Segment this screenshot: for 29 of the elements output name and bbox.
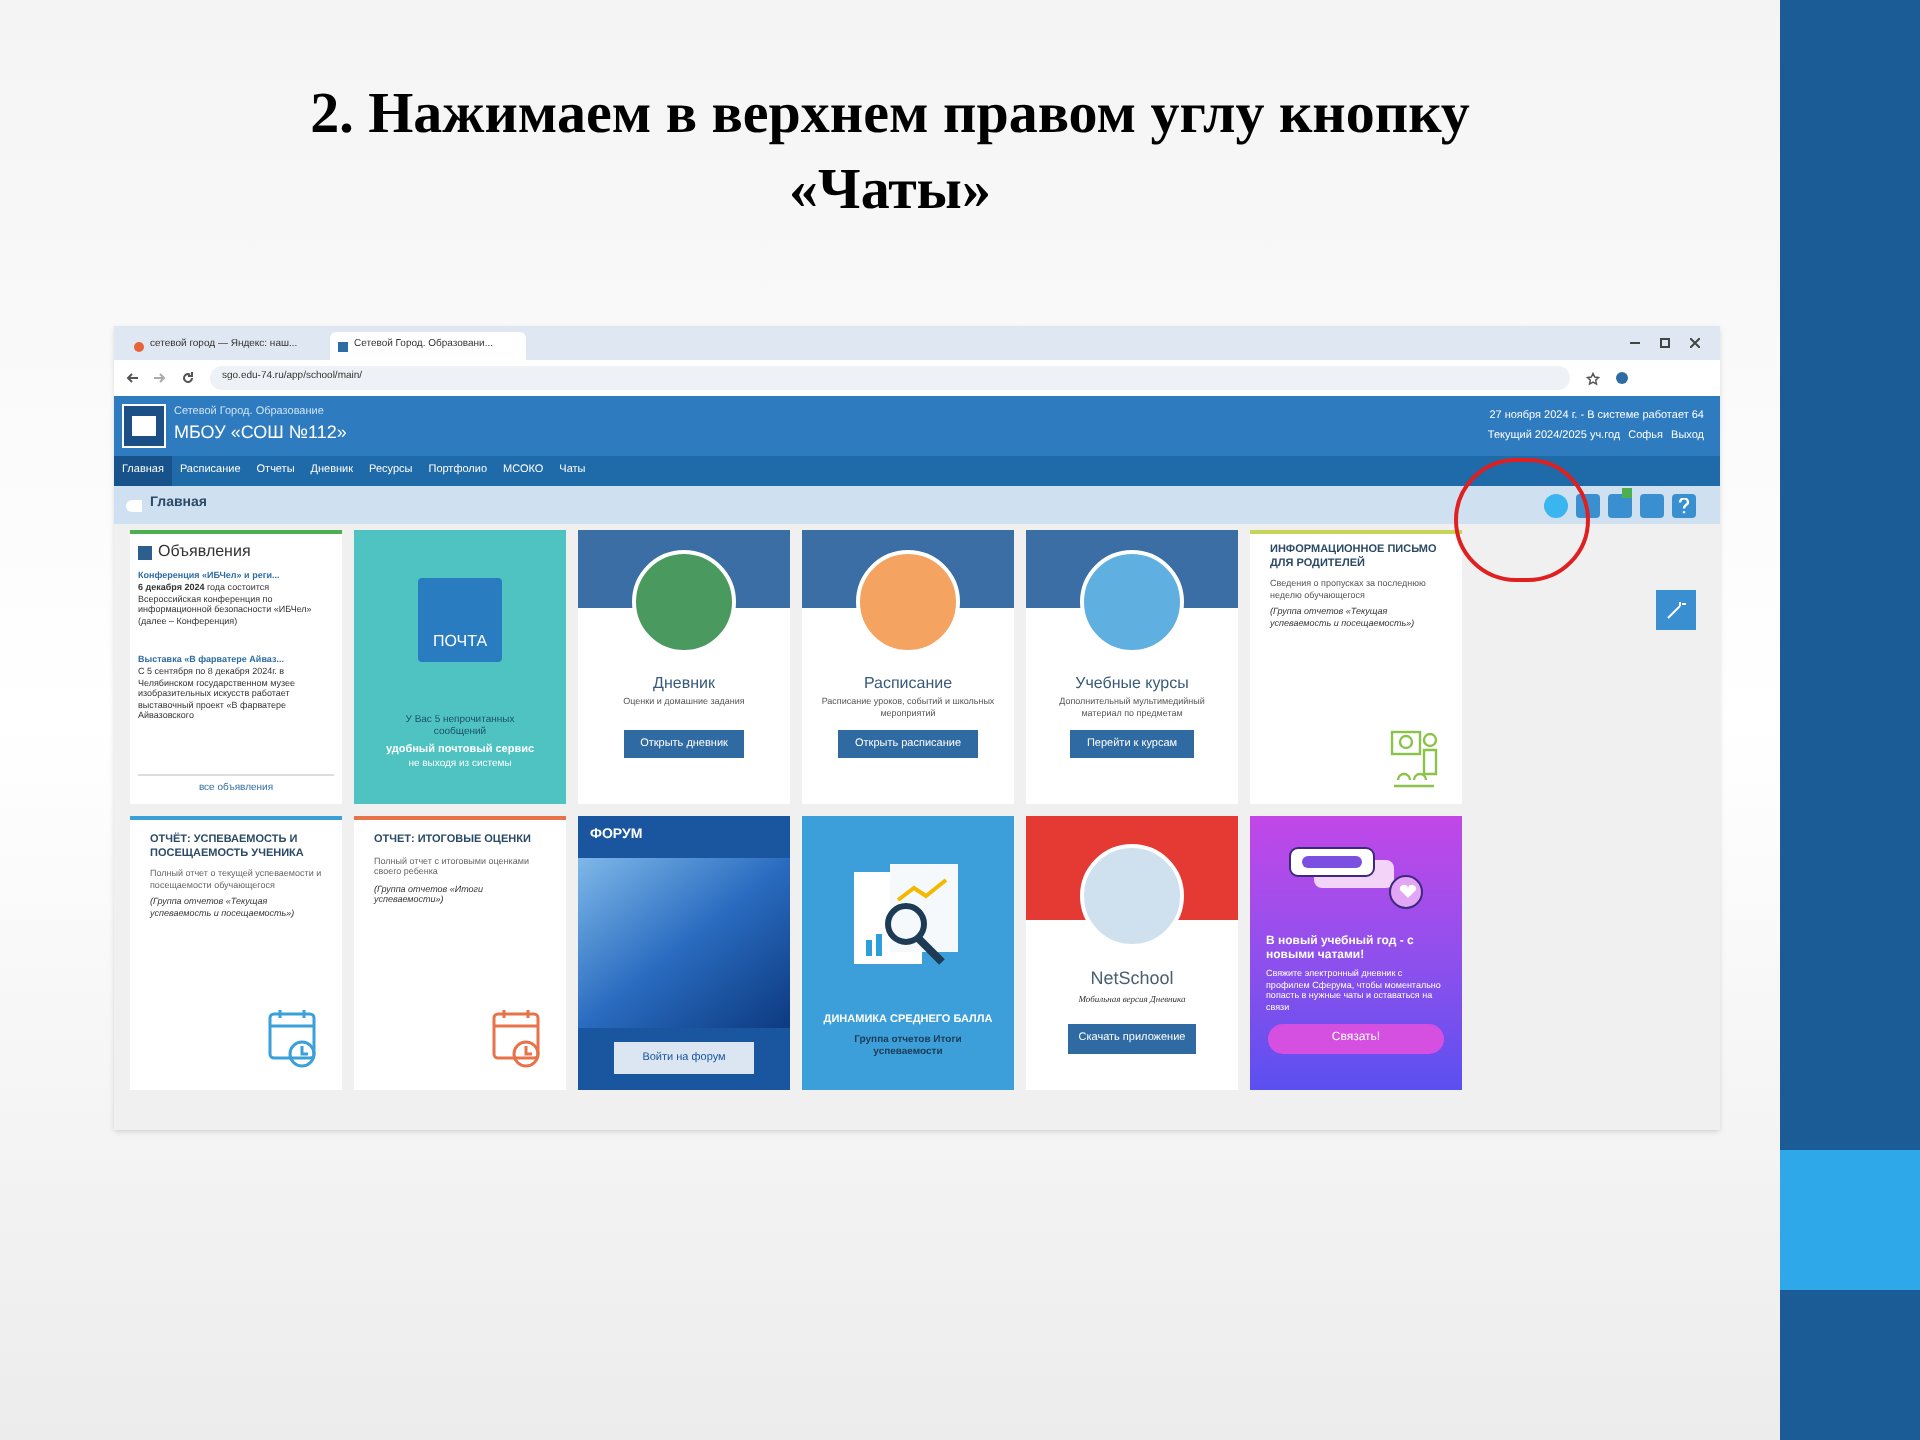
slide-title: «Чаты» xyxy=(789,156,991,226)
site-logo-icon xyxy=(122,404,166,448)
mail-icon[interactable] xyxy=(1608,493,1632,517)
card-title: NetSchool xyxy=(1090,966,1174,992)
users-icon[interactable] xyxy=(1640,493,1664,517)
school-name: МБОУ «СОШ №112» xyxy=(174,420,347,447)
card-title: Расписание xyxy=(863,672,953,696)
tab-favicon-icon xyxy=(134,341,144,351)
back-arrow-icon[interactable] xyxy=(126,372,138,384)
teacher-board-icon xyxy=(1390,728,1442,788)
maximize-icon[interactable] xyxy=(1660,338,1670,348)
card-title: Дневник xyxy=(653,672,715,696)
stripe-accent xyxy=(1780,1150,1920,1290)
tab-favicon-icon xyxy=(338,341,348,351)
help-button[interactable] xyxy=(1672,493,1696,517)
magic-wand-icon xyxy=(1666,600,1686,620)
card-title: Учебные курсы xyxy=(1075,672,1189,696)
card-title: Объявления xyxy=(158,540,251,564)
forward-arrow-icon[interactable] xyxy=(154,372,166,384)
reload-icon[interactable] xyxy=(182,372,194,384)
star-icon[interactable] xyxy=(1586,371,1600,385)
list-icon xyxy=(138,545,152,559)
notification-badge xyxy=(1622,487,1632,497)
close-icon[interactable] xyxy=(1690,338,1700,348)
help-icon xyxy=(1678,497,1690,513)
profile-icon[interactable] xyxy=(1616,372,1628,384)
slide-title: 2. Нажимаем в верхнем правом углу кнопку xyxy=(310,80,1470,150)
mail-label: ПОЧТА xyxy=(432,630,488,654)
magic-wand-button[interactable] xyxy=(1656,590,1696,630)
